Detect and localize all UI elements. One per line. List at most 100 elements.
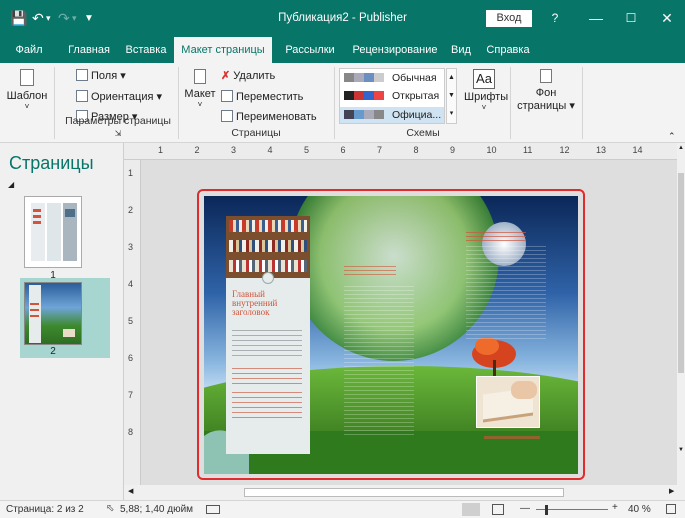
scheme-official[interactable]: Официа...: [392, 109, 441, 121]
ruler-tick-label: 12: [559, 145, 570, 155]
middle-heading[interactable]: [344, 266, 396, 278]
open-book-image: [476, 376, 540, 428]
tab-insert[interactable]: Вставка: [120, 37, 172, 63]
ruler-tick-label: 8: [128, 427, 134, 437]
status-page[interactable]: Страница: 2 из 2: [6, 504, 84, 515]
ruler-tick-label: 3: [231, 145, 237, 155]
ruler-tick-label: 4: [267, 145, 273, 155]
brochure-page[interactable]: Главный внутренний заголовок: [204, 196, 578, 474]
vertical-scrollbar[interactable]: ▲ ▼: [677, 143, 685, 485]
middle-text-column[interactable]: [344, 286, 414, 436]
status-position: 5,88; 1,40 дюйм: [120, 504, 194, 515]
scroll-up-icon[interactable]: ▲: [677, 145, 685, 151]
rename-label: Переименовать: [236, 111, 317, 123]
layout-label: Макет: [184, 88, 216, 100]
workspace-canvas[interactable]: Главный внутренний заголовок: [141, 160, 677, 485]
tab-mailings[interactable]: Рассылки: [279, 37, 341, 63]
ribbon: Шаблон ˅ Поля ▾ Ориентация ▾ Размер ▾ Па…: [0, 63, 685, 143]
move-label: Переместить: [236, 91, 304, 103]
right-heading[interactable]: [466, 232, 526, 242]
delete-page-button[interactable]: ✗ Удалить: [221, 69, 275, 82]
ruler-tick-label: 1: [128, 168, 134, 178]
help-button[interactable]: ?: [540, 6, 570, 30]
horizontal-ruler[interactable]: 1 2 3 4 5 6 7 8 9 10 11 12 13 14: [124, 143, 677, 160]
rename-page-button[interactable]: Переименовать: [221, 110, 317, 123]
tab-review[interactable]: Рецензирование: [347, 37, 443, 63]
group-page-setup-label: Параметры страницы: [65, 115, 171, 127]
pages-pane-title: Страницы: [9, 153, 94, 173]
zoom-level[interactable]: 40 %: [628, 504, 651, 515]
scheme-open[interactable]: Открытая: [392, 90, 439, 102]
page-number-2: 2: [50, 346, 56, 357]
fonts-button[interactable]: Aa Шрифты ˅: [464, 69, 508, 112]
fonts-label: Шрифты: [464, 91, 509, 103]
inner-text-column[interactable]: Главный внутренний заголовок: [226, 272, 310, 454]
tab-file[interactable]: Файл: [8, 37, 50, 63]
zoom-slider-thumb[interactable]: [545, 505, 548, 515]
page-background-icon: [540, 69, 552, 83]
scroll-down-icon[interactable]: ▼: [677, 447, 685, 453]
schemes-gallery[interactable]: Обычная Открытая Официа...: [339, 68, 445, 124]
margins-button[interactable]: Поля ▾: [76, 69, 126, 82]
horizontal-scrollbar[interactable]: ◀ ▶: [124, 485, 685, 500]
schemes-scroll[interactable]: ▲ ▼ ▾: [446, 68, 457, 124]
horizontal-scroll-thumb[interactable]: [244, 488, 564, 497]
ruler-tick-label: 4: [128, 279, 134, 289]
page-background-label-1: Фон: [535, 87, 557, 99]
ruler-tick-label: 1: [158, 145, 164, 155]
ruler-tick-label: 2: [194, 145, 200, 155]
scheme-normal[interactable]: Обычная: [392, 72, 437, 84]
tab-page-design[interactable]: Макет страницы: [174, 37, 272, 63]
login-button[interactable]: Вход: [486, 10, 532, 27]
ruler-tick-label: 7: [377, 145, 383, 155]
ribbon-tabs: Файл Главная Вставка Макет страницы Расс…: [0, 37, 685, 63]
ruler-tick-label: 5: [128, 316, 134, 326]
page-background-button[interactable]: Фон страницы ▾: [515, 69, 577, 112]
scroll-right-icon[interactable]: ▶: [669, 487, 674, 495]
inner-heading[interactable]: Главный внутренний заголовок: [232, 290, 302, 317]
tab-view[interactable]: Вид: [448, 37, 474, 63]
delete-icon: ✗: [221, 70, 231, 82]
ruler-tick-label: 14: [632, 145, 643, 155]
ruler-tick-label: 2: [128, 205, 134, 215]
two-page-view-icon[interactable]: [492, 504, 504, 515]
right-text-column[interactable]: [466, 246, 546, 341]
ruler-tick-label: 10: [486, 145, 497, 155]
page-background-label-2: страницы: [517, 100, 567, 112]
scheme-official-swatch[interactable]: [344, 110, 384, 122]
scheme-normal-swatch[interactable]: [344, 73, 384, 85]
page-thumbnail-1[interactable]: [24, 196, 82, 268]
fonts-icon: Aa: [473, 69, 495, 89]
layout-button[interactable]: Макет ˅: [184, 69, 216, 109]
move-page-button[interactable]: Переместить: [221, 90, 303, 103]
close-icon[interactable]: ✕: [652, 6, 682, 30]
minimize-icon[interactable]: —: [581, 6, 611, 30]
rename-icon: [221, 110, 233, 122]
page-thumbnail-2-selected[interactable]: 2: [20, 278, 110, 358]
delete-label: Удалить: [233, 70, 276, 82]
dialog-launcher-icon[interactable]: ⇲: [115, 129, 122, 138]
orientation-label: Ориентация: [91, 91, 154, 103]
ruler-tick-label: 11: [523, 145, 533, 155]
orientation-button[interactable]: Ориентация ▾: [76, 90, 162, 103]
vertical-ruler[interactable]: 1 2 3 4 5 6 7 8: [124, 160, 141, 485]
scroll-left-icon[interactable]: ◀: [128, 487, 133, 495]
single-page-view-icon[interactable]: [462, 503, 480, 516]
group-schemes: Схемы: [406, 127, 440, 139]
caption-line: [484, 436, 540, 439]
tab-help[interactable]: Справка: [483, 37, 533, 63]
maximize-icon[interactable]: ☐: [616, 6, 646, 30]
zoom-in-icon[interactable]: +: [612, 502, 618, 513]
template-button[interactable]: Шаблон ˅: [6, 69, 48, 111]
fit-page-icon[interactable]: [666, 504, 676, 514]
ruler-tick-label: 13: [596, 145, 607, 155]
zoom-out-icon[interactable]: —: [520, 503, 530, 514]
vertical-scroll-thumb[interactable]: [678, 173, 684, 373]
tab-home[interactable]: Главная: [60, 37, 118, 63]
margins-label: Поля: [91, 70, 118, 82]
ruler-tick-label: 3: [128, 242, 134, 252]
move-icon: [221, 90, 233, 102]
collapse-pane-icon[interactable]: ◢: [8, 180, 14, 189]
collapse-ribbon-icon[interactable]: ⌃: [668, 131, 676, 142]
scheme-open-swatch[interactable]: [344, 91, 384, 103]
